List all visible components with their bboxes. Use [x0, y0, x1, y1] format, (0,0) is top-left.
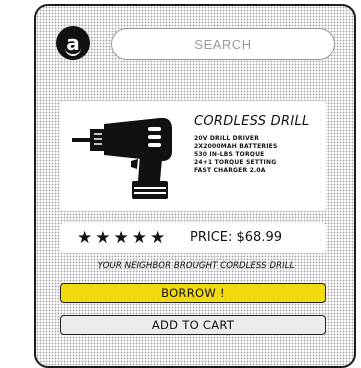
cordless-drill-icon	[72, 117, 172, 199]
borrow-button-label: BORROW !	[161, 286, 225, 300]
spec-item: FAST CHARGER 2.0A	[194, 167, 266, 174]
price-label: PRICE: $68.99	[190, 230, 282, 245]
product-title: CORDLESS DRILL	[194, 114, 310, 129]
add-to-cart-button[interactable]: ADD TO CART	[60, 315, 326, 335]
add-to-cart-label: ADD TO CART	[151, 318, 235, 332]
spec-item: 2X2000MAH BATTERIES	[194, 143, 278, 150]
product-specs: 20V DRILL DRIVER 2X2000MAH BATTERIES 530…	[194, 135, 277, 175]
price-card: ★★★★★ PRICE: $68.99	[60, 223, 326, 253]
product-card: CORDLESS DRILL 20V DRILL DRIVER 2X2000MA…	[60, 101, 326, 211]
star-rating: ★★★★★	[77, 228, 169, 248]
spec-item: 530 IN-LBS TORQUE	[194, 151, 265, 158]
borrow-button[interactable]: BORROW !	[60, 283, 326, 303]
phone-frame: a SEARCH CORDLESS DRILL 20V DRILL DRIVER…	[34, 4, 356, 368]
amazon-logo-icon[interactable]: a	[56, 26, 90, 60]
spec-item: 20V DRILL DRIVER	[194, 135, 260, 142]
search-placeholder: SEARCH	[194, 36, 252, 52]
neighbor-message: YOUR NEIGHBOR BROUGHT CORDLESS DRILL	[97, 261, 295, 271]
spec-item: 24+1 TORQUE SETTING	[194, 159, 277, 166]
search-input[interactable]: SEARCH	[111, 28, 335, 60]
